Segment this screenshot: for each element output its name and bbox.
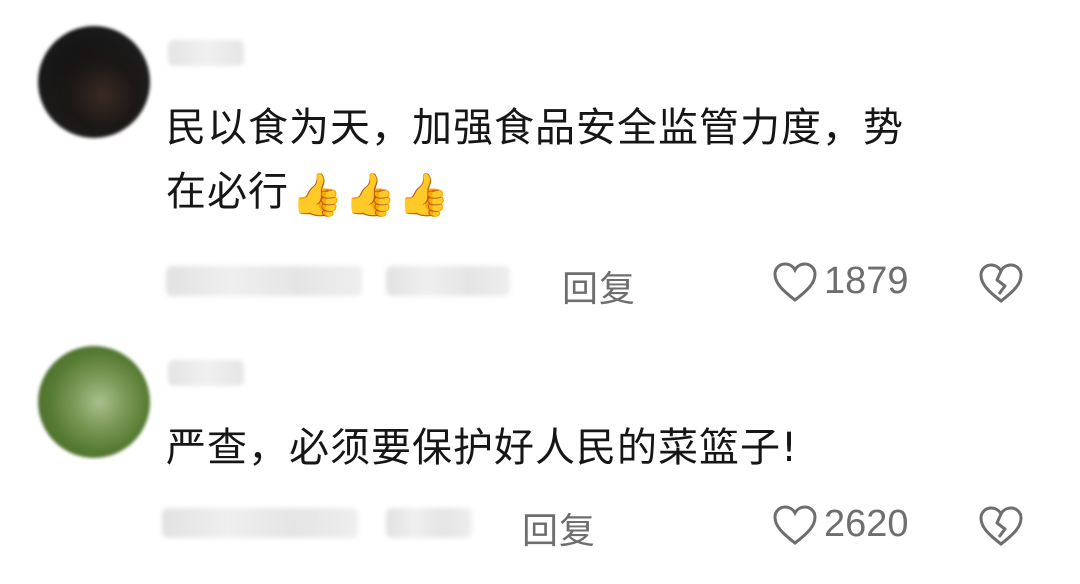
broken-heart-icon	[978, 506, 1024, 551]
reply-button[interactable]: 回复	[522, 502, 596, 554]
comment-text: 民以食为天，加强食品安全监管力度，势 在必行👍👍👍	[166, 96, 1046, 224]
dislike-button[interactable]	[978, 505, 1024, 551]
comment-text-tail: 在必行	[166, 169, 289, 215]
comment-text-line: 在必行👍👍👍	[166, 160, 1046, 224]
comment-list: 民以食为天，加强食品安全监管力度，势 在必行👍👍👍 回复 1879 严查，必须要…	[0, 0, 1080, 584]
heart-outline-icon	[772, 261, 818, 303]
username-blurred[interactable]	[168, 40, 244, 66]
username-blurred[interactable]	[168, 360, 244, 386]
like-count: 2620	[824, 503, 909, 545]
broken-heart-icon	[978, 263, 1024, 308]
comment-meta-blurred	[386, 266, 510, 296]
like-count: 1879	[824, 260, 909, 302]
like-button[interactable]: 2620	[772, 503, 909, 546]
comment-text: 严查，必须要保护好人民的菜篮子!	[166, 425, 799, 471]
like-button[interactable]: 1879	[772, 260, 909, 303]
comment-meta-blurred	[162, 508, 358, 538]
avatar[interactable]	[38, 26, 150, 138]
reply-button[interactable]: 回复	[562, 260, 636, 312]
avatar[interactable]	[38, 346, 150, 458]
comment-meta-blurred	[166, 266, 362, 296]
dislike-button[interactable]	[978, 262, 1024, 308]
heart-outline-icon	[772, 504, 818, 546]
comment-meta-blurred	[386, 508, 472, 538]
thumbs-up-icon: 👍👍👍	[291, 170, 451, 219]
comment-text-line: 民以食为天，加强食品安全监管力度，势	[166, 105, 904, 151]
